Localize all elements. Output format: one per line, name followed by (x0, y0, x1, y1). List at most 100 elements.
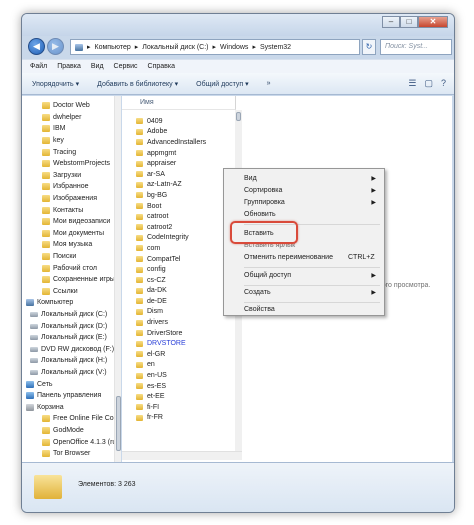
file-item[interactable]: Boot (136, 201, 236, 212)
file-item[interactable]: et-EE (136, 391, 236, 402)
nav-item[interactable]: Моя музыка (22, 239, 114, 251)
nav-item[interactable]: Локальный диск (V:) (22, 367, 114, 379)
nav-item[interactable]: Загрузки (22, 170, 114, 182)
nav-item[interactable]: Doctor Web (22, 100, 114, 112)
file-item[interactable]: drivers (136, 317, 236, 328)
file-item[interactable]: catroot (136, 211, 236, 222)
nav-item[interactable]: Локальный диск (D:) (22, 320, 114, 332)
file-item[interactable]: Adobe (136, 127, 236, 138)
more-commands-button[interactable]: » (267, 80, 271, 87)
nav-item[interactable]: Поиски (22, 251, 114, 263)
horizontal-scrollbar[interactable] (122, 451, 242, 460)
breadcrumb-system32[interactable]: System32 (260, 44, 291, 51)
file-item[interactable]: Dism (136, 307, 236, 318)
nav-item[interactable]: Локальный диск (C:) (22, 309, 114, 321)
file-item[interactable]: fi-FI (136, 402, 236, 413)
nav-item[interactable]: dwhelper (22, 112, 114, 124)
nav-item[interactable]: DVD RW дисковод (F:) (22, 343, 114, 355)
file-item[interactable]: az-Latn-AZ (136, 180, 236, 191)
file-item[interactable]: com (136, 243, 236, 254)
file-item[interactable]: 0409 (136, 116, 236, 127)
nav-item[interactable]: GodMode (22, 425, 114, 437)
ctx-new[interactable]: Создать ▶ (224, 287, 384, 299)
menu-file[interactable]: Файл (30, 63, 47, 70)
back-button[interactable]: ◀ (28, 38, 45, 55)
nav-item[interactable]: Компьютер (22, 297, 114, 309)
file-item[interactable]: bg-BG (136, 190, 236, 201)
file-item[interactable]: DriverStore (136, 328, 236, 339)
nav-item[interactable]: Tor Browser (22, 448, 114, 460)
nav-item[interactable]: Изображения (22, 193, 114, 205)
change-view-icon[interactable]: ☰ (408, 78, 416, 89)
navigation-scroll-thumb[interactable] (116, 396, 121, 451)
file-item[interactable]: el-GR (136, 349, 236, 360)
file-item[interactable]: da-DK (136, 286, 236, 297)
minimize-button[interactable]: – (382, 16, 400, 28)
folder-icon (42, 287, 50, 295)
nav-item[interactable]: IBM (22, 123, 114, 135)
nav-item[interactable]: Мои видеозаписи (22, 216, 114, 228)
share-button[interactable]: Общий доступ ▾ (196, 80, 249, 88)
file-list-scroll-thumb[interactable] (236, 112, 241, 121)
file-item[interactable]: appraiser (136, 158, 236, 169)
file-item[interactable]: de-DE (136, 296, 236, 307)
help-icon[interactable]: ? (441, 78, 446, 89)
ctx-share[interactable]: Общий доступ ▶ (224, 270, 384, 282)
nav-item[interactable]: Локальный диск (E:) (22, 332, 114, 344)
nav-item[interactable]: OpenOffice 4.1.3 (ru) (22, 436, 114, 448)
file-item-name: az-Latn-AZ (147, 181, 182, 189)
breadcrumb-windows[interactable]: Windows (220, 44, 248, 51)
file-item[interactable]: AdvancedInstallers (136, 137, 236, 148)
ctx-view[interactable]: Вид ▶ (224, 173, 384, 185)
file-item[interactable]: catroot2 (136, 222, 236, 233)
nav-item[interactable]: Сеть (22, 378, 114, 390)
close-button[interactable]: ✕ (418, 16, 448, 28)
nav-item[interactable]: Tracing (22, 146, 114, 158)
nav-item[interactable]: Рабочий стол (22, 262, 114, 274)
nav-item[interactable]: Корзина (22, 401, 114, 413)
ctx-properties[interactable]: Свойства (224, 304, 384, 316)
nav-item[interactable]: Мои документы (22, 228, 114, 240)
nav-item[interactable]: Контакты (22, 204, 114, 216)
menu-view[interactable]: Вид (91, 63, 104, 70)
address-bar[interactable]: ▸ Компьютер ▸ Локальный диск (C:) ▸ Wind… (70, 39, 360, 55)
file-item[interactable]: cs-CZ (136, 275, 236, 286)
file-item[interactable]: ar-SA (136, 169, 236, 180)
refresh-icon[interactable]: ↻ (362, 39, 376, 55)
menu-edit[interactable]: Правка (57, 63, 81, 70)
file-item[interactable]: en (136, 360, 236, 371)
nav-item[interactable]: WebstormProjects (22, 158, 114, 170)
column-header-name[interactable]: Имя (122, 96, 236, 110)
menu-tools[interactable]: Сервис (114, 63, 138, 70)
add-to-library-button[interactable]: Добавить в библиотеку ▾ (97, 80, 178, 88)
file-item[interactable]: fr-FR (136, 413, 236, 424)
ctx-group[interactable]: Группировка ▶ (224, 197, 384, 209)
breadcrumb-local-disk[interactable]: Локальный диск (C:) (142, 44, 208, 51)
nav-item[interactable]: key (22, 135, 114, 147)
navigation-scrollbar[interactable] (114, 96, 121, 462)
file-item[interactable]: config (136, 264, 236, 275)
nav-item[interactable]: Сохраненные игры (22, 274, 114, 286)
file-item[interactable]: appmgmt (136, 148, 236, 159)
file-item[interactable]: CodeIntegrity (136, 233, 236, 244)
search-input[interactable]: Поиск: Syst... (380, 39, 452, 55)
maximize-button[interactable]: □ (400, 16, 418, 28)
ctx-refresh[interactable]: Обновить (224, 209, 384, 221)
file-item-name: ar-SA (147, 170, 165, 178)
nav-item[interactable]: Free Online File Conv (22, 413, 114, 425)
file-item[interactable]: CompatTel (136, 254, 236, 265)
file-item[interactable]: es-ES (136, 381, 236, 392)
nav-item[interactable]: Локальный диск (H:) (22, 355, 114, 367)
organize-button[interactable]: Упорядочить ▾ (32, 80, 79, 88)
nav-item[interactable]: Ссылки (22, 286, 114, 298)
file-item[interactable]: DRVSTORE (136, 338, 236, 349)
ctx-undo-rename[interactable]: Отменить переименование CTRL+Z (224, 252, 384, 264)
menu-help[interactable]: Справка (148, 63, 175, 70)
nav-item[interactable]: Панель управления (22, 390, 114, 402)
breadcrumb-computer[interactable]: Компьютер (95, 44, 131, 51)
preview-pane-icon[interactable]: ▢ (424, 78, 433, 89)
ctx-sort[interactable]: Сортировка ▶ (224, 185, 384, 197)
file-item[interactable]: en-US (136, 370, 236, 381)
nav-item[interactable]: Избранное (22, 181, 114, 193)
forward-button[interactable]: ▶ (47, 38, 64, 55)
